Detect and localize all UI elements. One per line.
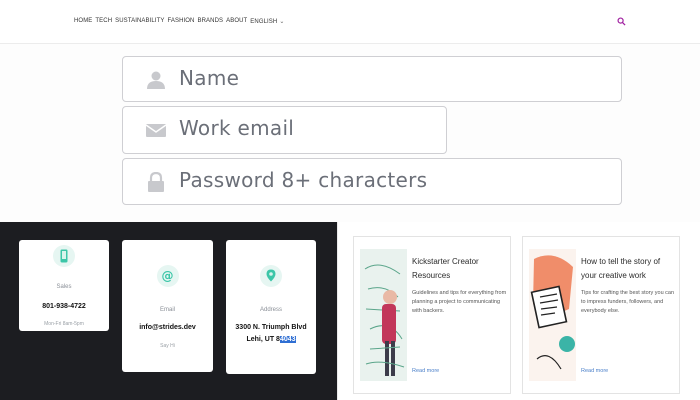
nav-sustainability[interactable]: SUSTAINABILITY — [115, 18, 164, 25]
resource-description: Guidelines and tips for everything from … — [412, 290, 507, 314]
lock-icon — [148, 172, 164, 192]
address-line1: 3300 N. Triumph Blvd — [235, 324, 307, 331]
chevron-down-icon: ⌄ — [279, 19, 285, 25]
email-placeholder: Work email — [179, 116, 295, 140]
email-sub: Say Hi — [160, 343, 175, 349]
email-card: @ Email info@strides.dev Say Hi — [122, 240, 213, 372]
resource-title[interactable]: How to tell the story of your creative w… — [581, 255, 676, 283]
sales-hours: Mon-Fri 8am-5pm — [44, 321, 84, 327]
resource-description: Tips for crafting the best story you can… — [581, 290, 675, 314]
password-placeholder: Password 8+ characters — [179, 168, 428, 192]
email-label: Email — [159, 307, 175, 313]
envelope-icon — [145, 124, 167, 137]
address-line2: Lehi, UT 84043 — [226, 334, 316, 345]
map-pin-icon — [260, 265, 282, 287]
address-label: Address — [259, 307, 282, 313]
nav-fashion[interactable]: FASHION — [167, 18, 194, 25]
resource-card[interactable]: Kickstarter Creator Resources Guidelines… — [353, 236, 511, 394]
search-icon[interactable] — [617, 17, 626, 26]
user-icon — [147, 71, 165, 89]
resource-title[interactable]: Kickstarter Creator Resources — [412, 255, 507, 283]
name-placeholder: Name — [179, 66, 240, 90]
document-illustration — [529, 249, 576, 381]
nav-about[interactable]: ABOUT — [226, 18, 247, 25]
address-card: Address 3300 N. Triumph Blvd Lehi, UT 84… — [226, 240, 316, 374]
nav-tech[interactable]: TECH — [95, 18, 112, 25]
read-more-link[interactable]: Read more — [412, 368, 439, 374]
nav-brands[interactable]: BRANDS — [198, 18, 224, 25]
nav-home[interactable]: HOME — [74, 18, 92, 25]
resource-card[interactable]: How to tell the story of your creative w… — [522, 236, 680, 394]
at-sign-icon: @ — [156, 265, 179, 287]
password-field[interactable]: Password 8+ characters — [122, 158, 622, 205]
phone-icon — [53, 245, 75, 267]
nav-links: HOME TECH SUSTAINABILITY FASHION BRANDS … — [74, 18, 284, 25]
work-email-field[interactable]: Work email — [122, 106, 447, 154]
selected-text[interactable]: 4043 — [279, 336, 296, 343]
whiteboard-illustration — [360, 249, 407, 381]
sales-label: Sales — [56, 284, 72, 290]
email-address[interactable]: info@strides.dev — [122, 322, 213, 333]
address-line2-text: Lehi, UT 8 — [246, 336, 280, 343]
sales-phone[interactable]: 801-938-4722 — [19, 301, 109, 312]
read-more-link[interactable]: Read more — [581, 368, 608, 374]
nav-language[interactable]: ENGLISH ⌄ — [250, 18, 284, 25]
name-field[interactable]: Name — [122, 56, 622, 102]
nav-language-label: ENGLISH — [250, 19, 278, 25]
top-navigation: HOME TECH SUSTAINABILITY FASHION BRANDS … — [0, 0, 700, 44]
sales-card: Sales 801-938-4722 Mon-Fri 8am-5pm — [19, 240, 109, 331]
